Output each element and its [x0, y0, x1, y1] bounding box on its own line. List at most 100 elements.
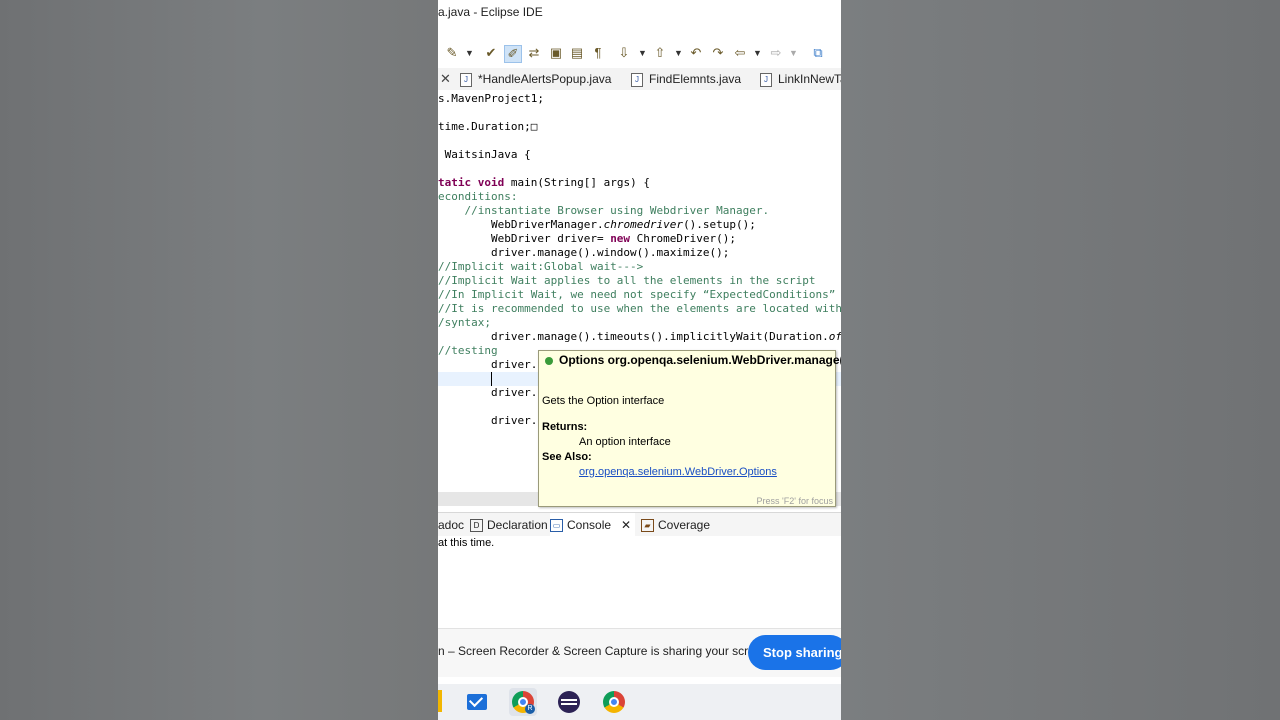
code-line: tatic void main(String[] args) { [438, 176, 650, 190]
method-icon [545, 356, 553, 365]
code-text: ().setup(); [683, 218, 756, 231]
tab-label: Console [567, 518, 612, 532]
code-text: WebDriverManager. [438, 218, 604, 231]
code-line: s.MavenProject1; [438, 92, 544, 105]
tab-javadoc[interactable]: adoc [438, 513, 464, 537]
tab-label: FindElemnts.java [649, 72, 742, 86]
code-line: //Implicit Wait applies to all the eleme… [438, 274, 816, 287]
close-icon[interactable]: ✕ [440, 68, 452, 90]
stop-sharing-button[interactable]: Stop sharing [748, 635, 841, 670]
right-backdrop [841, 0, 1280, 720]
screen-share-bar: n – Screen Recorder & Screen Capture is … [438, 628, 841, 677]
window-titlebar: a.java - Eclipse IDE [438, 0, 841, 28]
tab-coverage[interactable]: ▰ Coverage [641, 513, 710, 537]
tab-handle-alerts-popup[interactable]: J *HandleAlertsPopup.java [460, 68, 611, 90]
code-text: main(String[] args) { [504, 176, 650, 189]
folder-icon[interactable] [438, 690, 442, 712]
keyword: void [477, 176, 505, 189]
chrome-icon [603, 691, 625, 713]
forward-arrow-icon[interactable]: ⇨ [768, 45, 784, 61]
tab-label: Coverage [658, 518, 711, 532]
share-message: n – Screen Recorder & Screen Capture is … [438, 644, 772, 658]
mark-occurrences-icon[interactable]: ✔ [483, 45, 499, 61]
block-selection-icon[interactable]: ⇄ [526, 45, 542, 61]
chevron-down-icon[interactable]: ▼ [465, 45, 474, 61]
popup-description: Gets the Option interface [542, 395, 665, 407]
code-line: //testing [438, 344, 498, 357]
code-line: driver. [438, 386, 538, 399]
bottom-view-tabs: adoc D Declaration ▭ Console ✕ ▰ Coverage [438, 512, 841, 537]
coverage-icon: ▰ [641, 519, 654, 533]
code-line: WebDriver driver= new ChromeDriver(); [438, 232, 736, 246]
highlight-toggle-icon[interactable]: ✐ [504, 45, 522, 63]
code-line: driver. [438, 358, 538, 371]
chevron-down-icon[interactable]: ▼ [789, 45, 798, 61]
forward-edit-icon[interactable]: ↷ [710, 45, 726, 61]
eclipse-screen: a.java - Eclipse IDE ✎ ▼ ✔ ✐ ⇄ ▣ ▤ ¶ ⇩ ▼… [438, 0, 841, 720]
code-line: //It is recommended to use when the elem… [438, 302, 841, 315]
search-tool-icon[interactable]: ✎ [444, 45, 460, 61]
code-line: time.Duration;□ [438, 120, 538, 133]
see-also-link[interactable]: org.openqa.selenium.WebDriver.Options [579, 466, 777, 478]
chevron-down-icon[interactable]: ▼ [674, 45, 683, 61]
prev-annotation-icon[interactable]: ⇧ [652, 45, 668, 61]
next-annotation-icon[interactable]: ⇩ [616, 45, 632, 61]
code-line: //Implicit wait:Global wait---> [438, 260, 644, 273]
close-icon[interactable]: ✕ [621, 518, 631, 532]
popup-title-text: Options org.openqa.selenium.WebDriver.ma… [559, 353, 841, 367]
last-edit-icon[interactable]: ↶ [688, 45, 704, 61]
code-text: driver.manage().timeouts().implicitlyWai… [438, 330, 829, 343]
open-perspective-icon[interactable]: ⧉ [810, 45, 826, 61]
eclipse-icon [558, 691, 580, 713]
code-line: driver.manage().timeouts().implicitlyWai… [438, 330, 841, 344]
code-line: /syntax; [438, 316, 491, 329]
window-title: a.java - Eclipse IDE [438, 5, 543, 19]
tab-find-elemnts[interactable]: J FindElemnts.java [631, 68, 741, 90]
paragraph-icon[interactable]: ¶ [590, 45, 606, 61]
show-whitespace-icon[interactable]: ▣ [548, 45, 564, 61]
tab-declaration[interactable]: D Declaration [470, 513, 548, 537]
popup-footer: Press 'F2' for focus [756, 496, 833, 506]
text-caret [491, 372, 492, 386]
returns-label: Returns: [542, 421, 588, 433]
returns-text: An option interface [579, 436, 671, 448]
tab-label: Declaration [487, 518, 548, 532]
java-file-icon: J [460, 72, 472, 87]
code-line: WaitsinJava { [438, 148, 531, 162]
mail-app-icon[interactable] [463, 688, 491, 716]
code-line: econditions: [438, 190, 518, 203]
main-toolbar: ✎ ▼ ✔ ✐ ⇄ ▣ ▤ ¶ ⇩ ▼ ⇧ ▼ ↶ ↷ ⇦ ▼ ⇨ ▼ ⧉ [438, 40, 841, 68]
java-file-icon: J [760, 72, 772, 87]
code-line: //instantiate Browser using Webdriver Ma… [438, 204, 770, 217]
code-italic: of [828, 330, 841, 343]
code-text: ChromeDriver(); [630, 232, 737, 245]
console-text: at this time. [438, 537, 495, 549]
tab-label: adoc [438, 518, 465, 532]
left-backdrop [0, 0, 438, 720]
chrome-profile-icon[interactable]: R [509, 688, 537, 716]
code-line: driver.manage().window().maximize(); [438, 246, 730, 259]
code-line: WebDriverManager.chromedriver().setup(); [438, 218, 756, 232]
console-view[interactable]: at this time. [438, 536, 841, 626]
java-file-icon: J [631, 72, 643, 87]
chevron-down-icon[interactable]: ▼ [753, 45, 762, 61]
back-arrow-icon[interactable]: ⇦ [732, 45, 748, 61]
tab-label: LinkInNewTa [778, 72, 841, 86]
code-line: //In Implicit Wait, we need not specify … [438, 288, 841, 301]
code-line: driver. [438, 414, 538, 427]
popup-title: Options org.openqa.selenium.WebDriver.ma… [545, 353, 841, 367]
javadoc-hover-popup[interactable]: Options org.openqa.selenium.WebDriver.ma… [538, 350, 841, 507]
editor-tab-bar: ✕ J *HandleAlertsPopup.java J FindElemnts.… [438, 68, 841, 91]
tab-link-in-new[interactable]: J LinkInNewTa [760, 68, 841, 90]
chevron-down-icon[interactable]: ▼ [638, 45, 647, 61]
profile-badge: R [525, 704, 535, 714]
see-also-label: See Also: [542, 451, 592, 463]
tab-label: *HandleAlertsPopup.java [478, 72, 612, 86]
keyword: tatic [438, 176, 472, 189]
chrome-app-icon[interactable] [600, 688, 628, 716]
eclipse-app-icon[interactable] [555, 688, 583, 716]
toggle-breadcrumb-icon[interactable]: ▤ [569, 45, 585, 61]
tab-console[interactable]: ▭ Console ✕ [550, 513, 636, 537]
code-italic: chromedriver [603, 218, 684, 231]
code-text: WebDriver driver= [438, 232, 611, 245]
